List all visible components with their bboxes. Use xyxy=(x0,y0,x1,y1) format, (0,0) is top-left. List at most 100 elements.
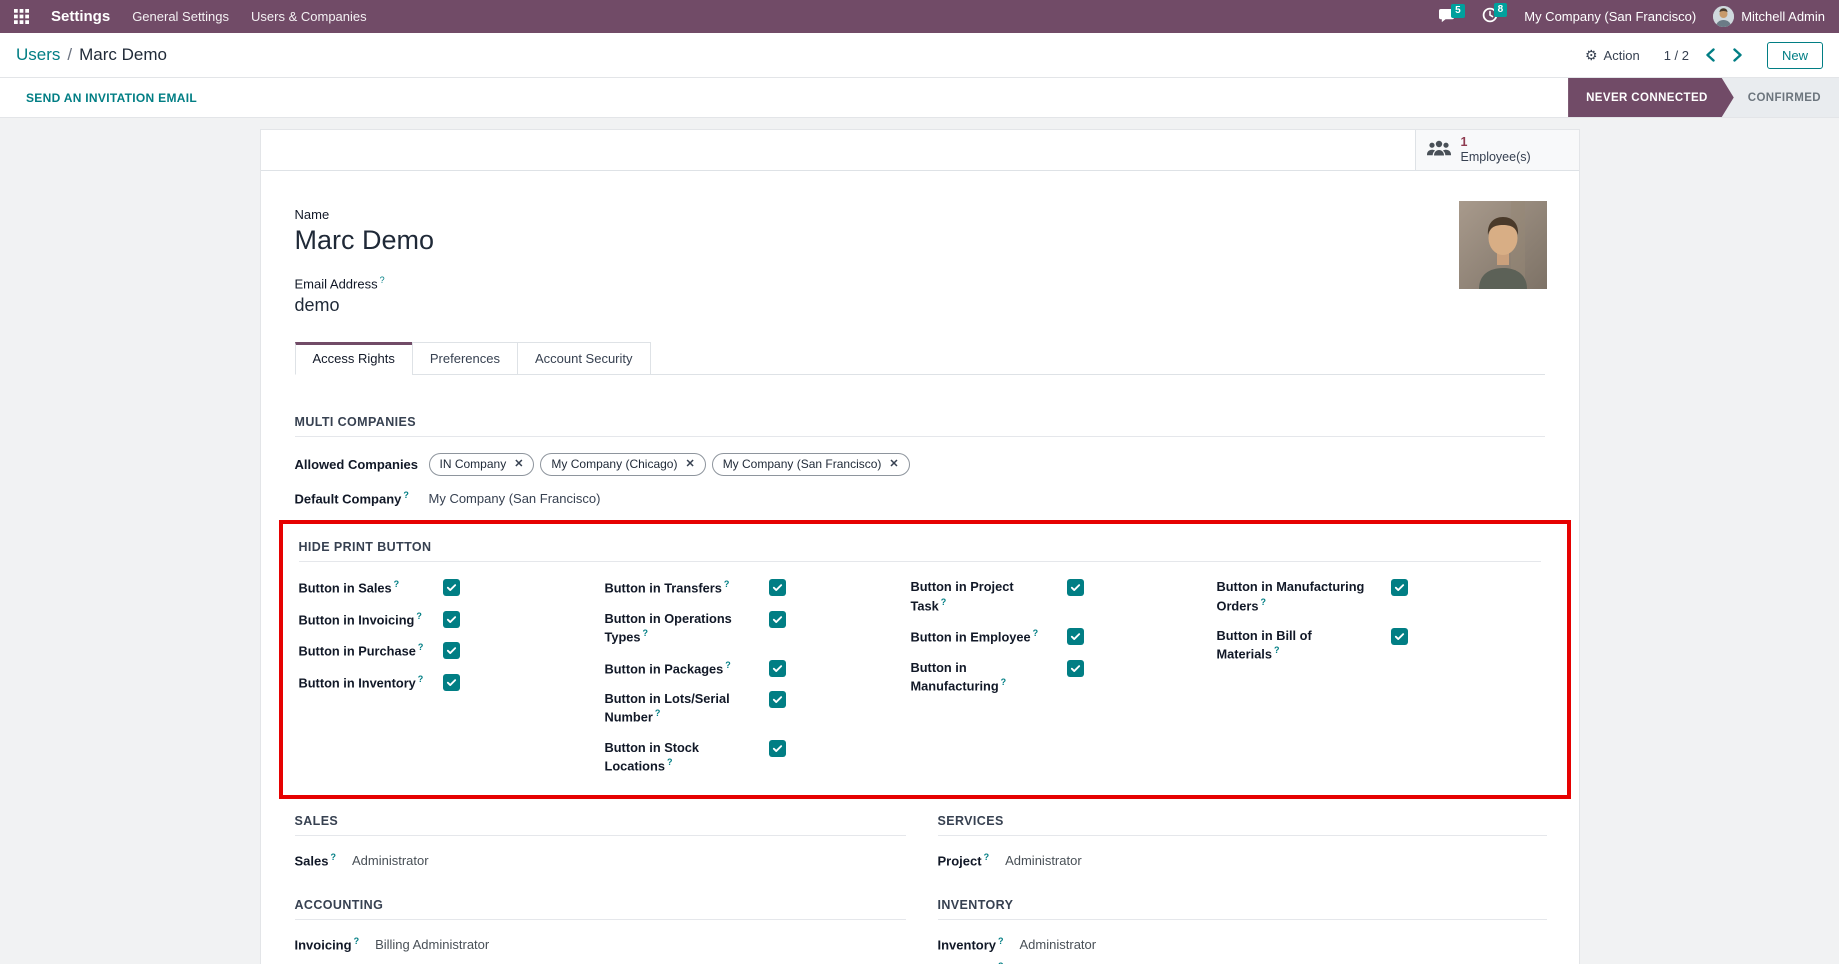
help-icon[interactable]: ? xyxy=(667,757,673,767)
inventory-value[interactable]: Administrator xyxy=(1020,937,1097,952)
project-value[interactable]: Administrator xyxy=(1005,853,1082,868)
help-icon[interactable]: ? xyxy=(724,579,730,589)
help-icon[interactable]: ? xyxy=(330,852,336,862)
pager-previous-icon[interactable] xyxy=(1705,48,1716,62)
menu-users-companies[interactable]: Users & Companies xyxy=(251,9,367,24)
user-photo[interactable] xyxy=(1459,201,1547,289)
pager-next-icon[interactable] xyxy=(1732,48,1743,62)
checkbox-button-in-purchase[interactable] xyxy=(443,642,460,659)
sales-value[interactable]: Administrator xyxy=(352,853,429,868)
help-icon[interactable]: ? xyxy=(418,674,424,684)
field-button-in-packages: Button in Packages? xyxy=(605,659,911,678)
help-icon[interactable]: ? xyxy=(998,936,1004,946)
state-never-connected[interactable]: NEVER CONNECTED xyxy=(1568,78,1734,117)
remove-tag-icon[interactable]: ✕ xyxy=(685,457,694,471)
user-name: Mitchell Admin xyxy=(1741,9,1825,24)
email-field: Email Address? demo xyxy=(295,275,1545,316)
help-icon[interactable]: ? xyxy=(416,611,422,621)
checkbox-button-in-invoicing[interactable] xyxy=(443,611,460,628)
section-hide-print-button: HIDE PRINT BUTTON xyxy=(299,540,1541,562)
user-menu[interactable]: Mitchell Admin xyxy=(1713,6,1825,27)
help-icon[interactable]: ? xyxy=(1033,628,1039,638)
field-button-in-sales: Button in Sales? xyxy=(299,578,605,597)
allowed-companies-field: Allowed Companies IN Company ✕ My Compan… xyxy=(295,453,1545,476)
allowed-companies-label: Allowed Companies xyxy=(295,457,419,472)
checkbox-button-in-packages[interactable] xyxy=(769,660,786,677)
section-sales: SALES Sales? Administrator xyxy=(295,814,906,868)
new-button[interactable]: New xyxy=(1767,42,1823,69)
form-sheet: 1 Employee(s) xyxy=(260,129,1580,964)
help-icon[interactable]: ? xyxy=(394,579,400,589)
app-name[interactable]: Settings xyxy=(51,8,110,25)
send-invitation-email-button[interactable]: SEND AN INVITATION EMAIL xyxy=(26,91,197,105)
name-value[interactable]: Marc Demo xyxy=(295,225,1545,256)
field-button-in-employee: Button in Employee? xyxy=(911,627,1217,646)
email-label: Email Address xyxy=(295,276,378,291)
employee-count: 1 xyxy=(1461,135,1531,150)
checkbox-button-in-stock-locations[interactable] xyxy=(769,740,786,757)
company-tag[interactable]: IN Company ✕ xyxy=(429,453,535,476)
highlight-box: HIDE PRINT BUTTON Button in Sales? Butto… xyxy=(279,520,1571,798)
checkbox-button-in-inventory[interactable] xyxy=(443,674,460,691)
help-icon[interactable]: ? xyxy=(418,642,424,652)
checkbox-button-in-operations-types[interactable] xyxy=(769,611,786,628)
section-accounting: ACCOUNTING Invoicing? Billing Administra… xyxy=(295,898,906,952)
employees-stat-button[interactable]: 1 Employee(s) xyxy=(1415,130,1579,170)
help-icon[interactable]: ? xyxy=(941,597,947,607)
checkbox-button-in-lots-serial-number[interactable] xyxy=(769,691,786,708)
activities-count-badge: 8 xyxy=(1494,3,1508,17)
help-icon[interactable]: ? xyxy=(1001,677,1007,687)
email-value[interactable]: demo xyxy=(295,295,1545,316)
checkbox-button-in-bill-of-materials[interactable] xyxy=(1391,628,1408,645)
breadcrumb-separator: / xyxy=(67,45,72,65)
help-icon[interactable]: ? xyxy=(984,852,990,862)
help-icon[interactable]: ? xyxy=(354,936,360,946)
field-invoicing: Invoicing? Billing Administrator xyxy=(295,936,906,952)
company-tag[interactable]: My Company (Chicago) ✕ xyxy=(540,453,705,476)
field-button-in-bill-of-materials: Button in Bill of Materials? xyxy=(1217,627,1523,663)
button-box-row: 1 Employee(s) xyxy=(261,130,1579,171)
section-inventory: INVENTORY Inventory? Administrator Purch… xyxy=(938,898,1547,964)
help-icon[interactable]: ? xyxy=(655,708,661,718)
section-multi-companies: MULTI COMPANIES xyxy=(295,415,1545,437)
tab-preferences[interactable]: Preferences xyxy=(412,342,518,375)
checkbox-button-in-project-task[interactable] xyxy=(1067,579,1084,596)
field-button-in-project-task: Button in Project Task? xyxy=(911,578,1217,614)
checkbox-button-in-sales[interactable] xyxy=(443,579,460,596)
checkbox-button-in-transfers[interactable] xyxy=(769,579,786,596)
tab-access-rights[interactable]: Access Rights xyxy=(295,342,413,375)
help-icon[interactable]: ? xyxy=(403,490,409,500)
breadcrumb-users-link[interactable]: Users xyxy=(16,45,60,65)
state-confirmed[interactable]: CONFIRMED xyxy=(1722,78,1839,117)
company-tag[interactable]: My Company (San Francisco) ✕ xyxy=(712,453,910,476)
apps-grid-icon[interactable] xyxy=(14,9,29,24)
hide-print-grid: Button in Sales? Button in Invoicing? Bu… xyxy=(299,578,1541,774)
help-icon[interactable]: ? xyxy=(1260,597,1266,607)
invoicing-value[interactable]: Billing Administrator xyxy=(375,937,489,952)
help-icon[interactable]: ? xyxy=(725,660,731,670)
menu-general-settings[interactable]: General Settings xyxy=(132,9,229,24)
tab-account-security[interactable]: Account Security xyxy=(517,342,651,375)
field-button-in-transfers: Button in Transfers? xyxy=(605,578,911,597)
action-menu-button[interactable]: ⚙ Action xyxy=(1585,48,1640,63)
default-company-value[interactable]: My Company (San Francisco) xyxy=(429,491,601,506)
company-switcher[interactable]: My Company (San Francisco) xyxy=(1524,9,1696,24)
checkbox-button-in-employee[interactable] xyxy=(1067,628,1084,645)
messages-count-badge: 5 xyxy=(1451,4,1465,18)
field-button-in-lots-serial-number: Button in Lots/Serial Number? xyxy=(605,690,911,726)
pager-count: 1 / 2 xyxy=(1664,48,1689,63)
help-icon[interactable]: ? xyxy=(380,275,385,285)
checkbox-button-in-manufacturing-orders[interactable] xyxy=(1391,579,1408,596)
field-sales: Sales? Administrator xyxy=(295,852,906,868)
control-panel: Users / Marc Demo ⚙ Action 1 / 2 New xyxy=(0,33,1839,78)
field-button-in-manufacturing-orders: Button in Manufacturing Orders? xyxy=(1217,578,1523,614)
remove-tag-icon[interactable]: ✕ xyxy=(514,457,523,471)
messages-button[interactable]: 5 xyxy=(1438,8,1465,26)
statusbar: SEND AN INVITATION EMAIL NEVER CONNECTED… xyxy=(0,78,1839,118)
remove-tag-icon[interactable]: ✕ xyxy=(889,457,898,471)
checkbox-button-in-manufacturing[interactable] xyxy=(1067,660,1084,677)
help-icon[interactable]: ? xyxy=(643,628,649,638)
field-button-in-purchase: Button in Purchase? xyxy=(299,641,605,660)
help-icon[interactable]: ? xyxy=(1274,645,1280,655)
activities-button[interactable]: 8 xyxy=(1482,7,1508,26)
